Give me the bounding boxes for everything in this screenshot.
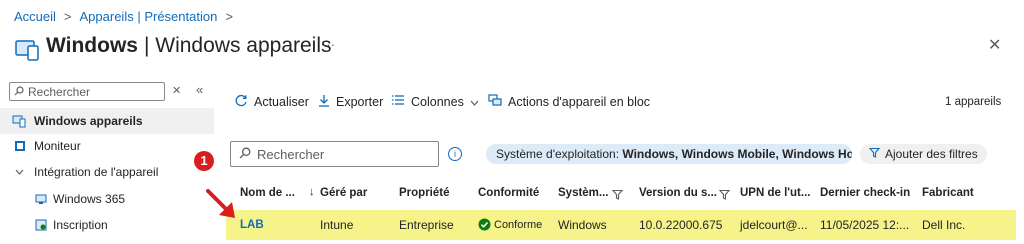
sidebar-search-placeholder: Rechercher (28, 84, 91, 99)
column-header-manufacturer[interactable]: Fabricant (922, 187, 974, 199)
export-button[interactable]: Exporter (318, 94, 383, 110)
column-header-name[interactable]: Nom de ... (240, 187, 295, 199)
column-header-compliance[interactable]: Conformité (478, 187, 539, 199)
sidebar-item-monitor[interactable]: Moniteur (0, 136, 214, 156)
os-version-cell: 10.0.22000.675 (639, 218, 723, 232)
breadcrumb-separator: > (63, 9, 72, 24)
breadcrumb-section[interactable]: Appareils | Présentation (80, 9, 218, 24)
os-filter-label: Système d'exploitation: (496, 147, 623, 161)
search-icon (14, 85, 24, 99)
device-count: 1 appareils (945, 96, 1002, 108)
managed-by-cell: Intune (320, 218, 354, 232)
breadcrumb-home[interactable]: Accueil (14, 9, 56, 24)
close-button[interactable]: ✕ (988, 35, 1001, 55)
column-header-ownership[interactable]: Propriété (399, 187, 450, 199)
device-search-input[interactable]: Rechercher (230, 141, 439, 167)
info-icon[interactable]: i (448, 147, 462, 161)
page-title-bold: Windows (46, 34, 138, 57)
os-filter-value: Windows, Windows Mobile, Windows Hol... (622, 147, 852, 161)
sidebar-item-label: Windows appareils (34, 114, 143, 128)
os-cell: Windows (558, 218, 607, 232)
refresh-label: Actualiser (254, 95, 309, 109)
compliant-check-icon (478, 218, 491, 236)
filter-icon[interactable] (611, 187, 624, 205)
annotation-step-marker: 1 (194, 151, 214, 171)
refresh-icon (235, 94, 248, 110)
windows-365-icon (35, 193, 47, 205)
enrollment-icon (35, 219, 47, 231)
windows-devices-icon (12, 114, 26, 128)
sidebar-item-enrollment-group[interactable]: Intégration de l'appareil (0, 162, 214, 182)
sidebar-item-windows-devices[interactable]: Windows appareils (0, 108, 214, 134)
sidebar-item-label: Intégration de l'appareil (34, 165, 159, 179)
sidebar-item-enrollment[interactable]: Inscription (0, 215, 214, 235)
export-label: Exporter (336, 95, 384, 109)
bulk-actions-button[interactable]: Actions d'appareil en bloc (488, 94, 650, 110)
column-header-upn[interactable]: UPN de l'ut... (740, 187, 810, 199)
sidebar-item-label: Windows 365 (53, 192, 126, 206)
columns-label: Colonnes (411, 94, 464, 109)
bulk-actions-label: Actions d'appareil en bloc (508, 95, 651, 109)
columns-button[interactable]: Colonnes (391, 94, 479, 109)
ownership-cell: Entreprise (399, 218, 454, 232)
filter-icon[interactable] (718, 187, 731, 205)
collapse-sidebar-button[interactable]: « (196, 82, 203, 97)
filter-icon (868, 147, 881, 161)
breadcrumb: Accueil > Appareils | Présentation > (14, 9, 233, 24)
sidebar-item-label: Moniteur (34, 139, 81, 153)
clear-search-button[interactable]: ✕ (172, 84, 181, 97)
table-row[interactable]: LAB Intune Entreprise Conforme Windows 1… (226, 210, 1016, 240)
column-header-managed-by[interactable]: Géré par (320, 187, 367, 199)
table-header: Nom de ... ↓ Géré par Propriété Conformi… (226, 180, 1016, 206)
breadcrumb-separator: > (225, 9, 233, 24)
chevron-down-icon (470, 95, 479, 109)
upn-cell: jdelcourt@... (740, 218, 808, 232)
annotation-arrow-icon (205, 188, 239, 227)
compliance-cell: Conforme (494, 219, 543, 231)
page-title: Windows | Windows appareils (46, 34, 332, 58)
page-title-rest: | Windows appareils (143, 34, 332, 57)
column-header-os-version[interactable]: Version du s... (639, 187, 717, 199)
column-header-last-checkin[interactable]: Dernier check-in (820, 187, 910, 199)
search-icon (239, 147, 251, 162)
sidebar-item-windows-365[interactable]: Windows 365 (0, 189, 214, 209)
download-icon (318, 94, 330, 110)
column-header-os[interactable]: Systèm... (558, 187, 609, 199)
windows-devices-icon (14, 36, 40, 67)
manufacturer-cell: Dell Inc. (922, 218, 966, 232)
columns-icon (391, 94, 405, 109)
sort-down-icon[interactable]: ↓ (309, 186, 315, 198)
os-filter-pill[interactable]: Système d'exploitation: Windows, Windows… (486, 144, 852, 164)
more-options-button[interactable]: ··· (322, 37, 335, 52)
sidebar-search-input[interactable]: Rechercher (9, 82, 165, 101)
last-checkin-cell: 11/05/2025 12:... (820, 218, 910, 232)
device-search-placeholder: Rechercher (257, 146, 325, 162)
add-filters-button[interactable]: Ajouter des filtres (860, 144, 987, 164)
chevron-down-icon (15, 169, 24, 175)
sidebar-item-label: Inscription (53, 218, 108, 232)
refresh-button[interactable]: Actualiser (235, 94, 309, 110)
add-filters-label: Ajouter des filtres (885, 147, 978, 161)
device-name-link[interactable]: LAB (240, 219, 264, 231)
monitor-icon (14, 140, 26, 152)
bulk-actions-icon (488, 94, 502, 110)
